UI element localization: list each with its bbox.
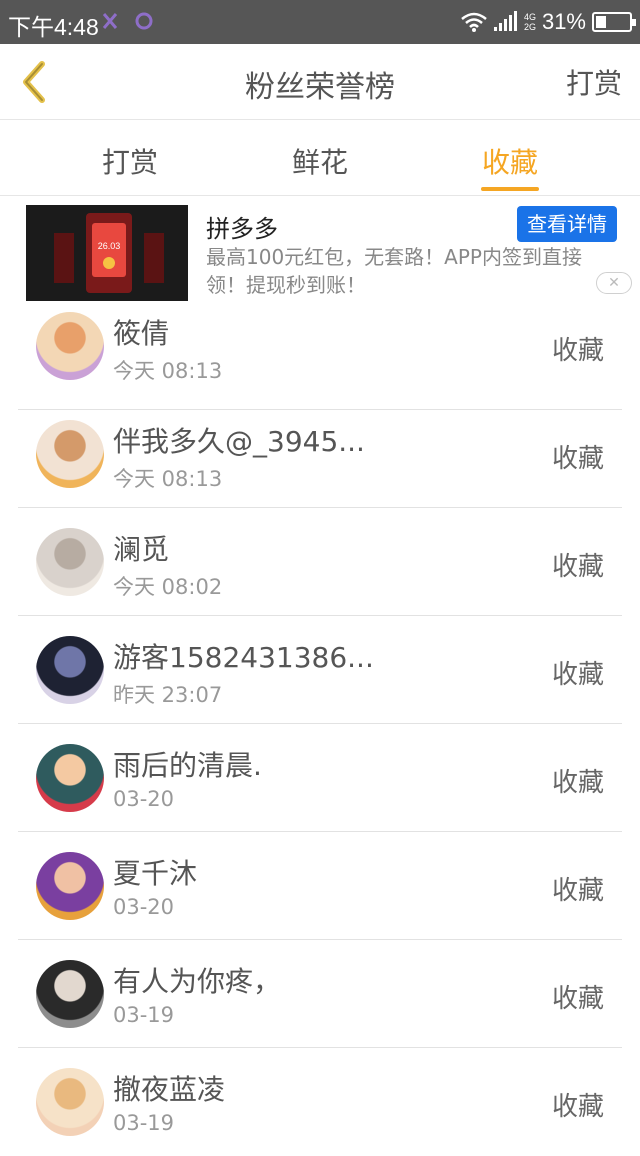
fan-name[interactable]: 有人为你疼， (113, 960, 281, 1000)
fan-time: 03-20 (113, 895, 175, 919)
avatar[interactable] (36, 312, 104, 380)
fan-time: 03-19 (113, 1003, 175, 1027)
network-type: 4G 2G (523, 12, 536, 32)
fan-time: 今天 08:13 (113, 359, 223, 383)
wifi-icon (461, 12, 487, 32)
ad-thumbnail: 26.03 (26, 205, 188, 301)
fan-time: 03-20 (113, 787, 175, 811)
ad-title: 拼多多 (206, 215, 278, 243)
fan-time: 今天 08:13 (113, 467, 223, 491)
active-tab-indicator (481, 187, 539, 191)
battery-percent: 31% (541, 9, 586, 34)
ad-description: 最高100元红包，无套路！APP内签到直接领！提现秒到账！ (206, 245, 582, 297)
tab-reward[interactable]: 打赏 (70, 141, 190, 181)
fan-name[interactable]: 撤夜蓝凌 (113, 1068, 225, 1108)
app-header: 粉丝荣誉榜 打赏 (0, 44, 640, 120)
fan-action-label: 收藏 (551, 336, 604, 366)
avatar[interactable] (36, 852, 104, 920)
avatar[interactable] (36, 636, 104, 704)
list-item[interactable]: 雨后的清晨. 03-20 收藏 (0, 724, 640, 832)
fan-name[interactable]: 夏千沐 (113, 852, 197, 892)
notification-icon-2 (135, 12, 153, 30)
ad-detail-button[interactable]: 查看详情 (517, 206, 617, 242)
ad-thumb-amount: 26.03 (97, 241, 121, 251)
fan-name[interactable]: 澜觅 (113, 528, 169, 568)
fan-action-label: 收藏 (551, 444, 604, 474)
fan-action-label: 收藏 (551, 768, 604, 798)
list-item[interactable]: 撤夜蓝凌 03-19 收藏 (0, 1048, 640, 1156)
fan-name[interactable]: 雨后的清晨. (113, 744, 262, 784)
status-time: 下午4:48 (8, 14, 99, 40)
fan-action-label: 收藏 (551, 876, 604, 906)
notification-icon (102, 13, 118, 29)
avatar[interactable] (36, 744, 104, 812)
list-item[interactable]: 澜觅今天 08:02 收藏 (0, 508, 640, 616)
reward-button[interactable]: 打赏 (566, 62, 622, 102)
avatar[interactable] (36, 420, 104, 488)
fan-time: 今天 08:02 (113, 575, 223, 599)
signal-icon (493, 11, 517, 31)
fan-action-label: 收藏 (551, 1092, 604, 1122)
battery-icon (592, 12, 636, 32)
avatar[interactable] (36, 1068, 104, 1136)
ad-banner[interactable]: 26.03 拼多多 查看详情 最高100元红包，无套路！APP内签到直接领！提现… (0, 197, 640, 302)
tab-bar: 打赏 鲜花 收藏 (0, 121, 640, 196)
tab-flowers[interactable]: 鲜花 (260, 141, 380, 181)
tab-favorites[interactable]: 收藏 (450, 141, 570, 181)
fan-action-label: 收藏 (551, 552, 604, 582)
avatar[interactable] (36, 528, 104, 596)
list-item[interactable]: 有人为你疼， 03-19 收藏 (0, 940, 640, 1048)
fan-name[interactable]: 游客1582431386... (113, 636, 374, 676)
ad-close-icon[interactable]: ✕ (596, 272, 632, 294)
list-item[interactable]: 筱倩今天 08:13 收藏 (0, 302, 640, 410)
list-item[interactable]: 游客1582431386... 昨天 23:07 收藏 (0, 616, 640, 724)
fan-action-label: 收藏 (551, 660, 604, 690)
fan-time: 03-19 (113, 1111, 175, 1135)
fan-name[interactable]: 筱倩 (113, 312, 169, 352)
avatar[interactable] (36, 960, 104, 1028)
list-item[interactable]: 夏千沐 03-20 收藏 (0, 832, 640, 940)
battery-fill (596, 16, 606, 28)
page-title: 粉丝荣誉榜 (245, 70, 395, 105)
fan-action-label: 收藏 (551, 984, 604, 1014)
status-bar: 下午4:48 4G 2G 31% (0, 0, 640, 44)
list-item[interactable]: 伴我多久@_3945... 今天 08:13 收藏 (0, 400, 640, 508)
fan-time: 昨天 23:07 (113, 683, 223, 707)
fan-name[interactable]: 伴我多久@_3945... (113, 420, 365, 460)
